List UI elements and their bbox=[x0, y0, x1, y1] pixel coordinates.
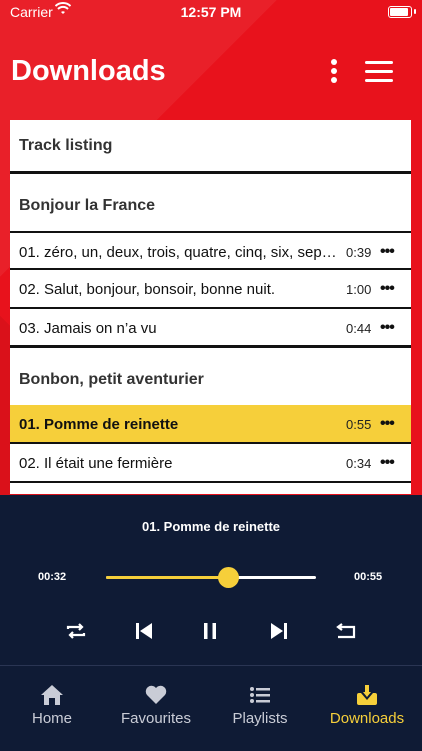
track-listing-heading: Track listing bbox=[10, 120, 411, 174]
track-row-playing[interactable]: 01. Pomme de reinette 0:55 ••• bbox=[10, 405, 411, 444]
track-duration: 0:34 bbox=[346, 456, 372, 471]
home-icon bbox=[40, 683, 64, 707]
track-more-icon[interactable]: ••• bbox=[380, 454, 395, 472]
track-row[interactable]: 02. Salut, bonjour, bonsoir, bonne nuit.… bbox=[10, 270, 411, 309]
tab-label: Playlists bbox=[232, 710, 288, 727]
app-header: Downloads bbox=[0, 45, 422, 100]
album-title: Bonjour la France bbox=[19, 196, 156, 214]
clock: 12:57 PM bbox=[180, 4, 242, 20]
track-more-icon[interactable]: ••• bbox=[380, 415, 395, 433]
track-title: 02. Salut, bonjour, bonsoir, bonne nuit. bbox=[19, 281, 276, 298]
tab-label: Home bbox=[31, 710, 72, 727]
return-icon[interactable] bbox=[334, 618, 360, 644]
track-duration: 1:00 bbox=[346, 282, 372, 297]
track-more-icon[interactable]: ••• bbox=[380, 280, 395, 298]
battery-tip bbox=[414, 9, 416, 14]
progress-knob[interactable] bbox=[217, 567, 239, 588]
pause-icon[interactable] bbox=[197, 618, 223, 644]
track-title: 03. Jamais on n’a vu bbox=[19, 320, 157, 337]
list-icon bbox=[248, 683, 272, 707]
progress-fill bbox=[106, 576, 228, 579]
track-row[interactable]: 01. zéro, un, deux, trois, quatre, cinq,… bbox=[10, 231, 411, 270]
track-title: 01. Pomme de reinette bbox=[19, 416, 179, 433]
repeat-icon[interactable] bbox=[63, 618, 89, 644]
elapsed-time: 00:32 bbox=[38, 571, 67, 583]
track-more-icon[interactable]: ••• bbox=[380, 243, 395, 261]
track-row[interactable]: 03. Jamais on n’a vu 0:44 ••• bbox=[10, 309, 411, 348]
track-title: 02. Il était une fermière bbox=[19, 455, 173, 472]
track-more-icon[interactable]: ••• bbox=[380, 319, 395, 337]
battery-icon bbox=[388, 6, 412, 18]
tab-label: Downloads bbox=[329, 710, 405, 727]
download-icon bbox=[355, 683, 379, 707]
album-title: Bonbon, petit aventurier bbox=[19, 370, 204, 388]
next-track-icon[interactable] bbox=[266, 618, 292, 644]
track-duration: 0:55 bbox=[346, 417, 372, 432]
audio-player: 01. Pomme de reinette 00:32 00:55 bbox=[0, 495, 422, 665]
progress-slider[interactable] bbox=[106, 567, 316, 588]
bottom-tab-bar: Home Favourites Playlists Downloads bbox=[0, 665, 422, 751]
tab-favourites[interactable]: Favourites bbox=[112, 666, 200, 751]
previous-track-icon[interactable] bbox=[131, 618, 157, 644]
more-options-icon[interactable] bbox=[327, 59, 341, 87]
tab-downloads[interactable]: Downloads bbox=[322, 666, 412, 751]
heart-icon bbox=[144, 683, 168, 707]
tab-playlists[interactable]: Playlists bbox=[224, 666, 296, 751]
now-playing-title: 01. Pomme de reinette bbox=[142, 519, 280, 534]
track-row[interactable]: 02. Il était une fermière 0:34 ••• bbox=[10, 444, 411, 483]
tab-label: Favourites bbox=[120, 710, 192, 727]
track-list-panel: Track listing Bonjour la France 01. zéro… bbox=[10, 120, 411, 494]
page-title: Downloads bbox=[11, 55, 166, 87]
tab-home[interactable]: Home bbox=[20, 666, 84, 751]
track-duration: 0:44 bbox=[346, 321, 372, 336]
menu-icon[interactable] bbox=[365, 61, 393, 83]
track-title: 01. zéro, un, deux, trois, quatre, cinq,… bbox=[19, 244, 337, 261]
status-bar: Carrier 12:57 PM bbox=[0, 0, 422, 24]
total-time: 00:55 bbox=[354, 571, 383, 583]
track-duration: 0:39 bbox=[346, 245, 372, 260]
